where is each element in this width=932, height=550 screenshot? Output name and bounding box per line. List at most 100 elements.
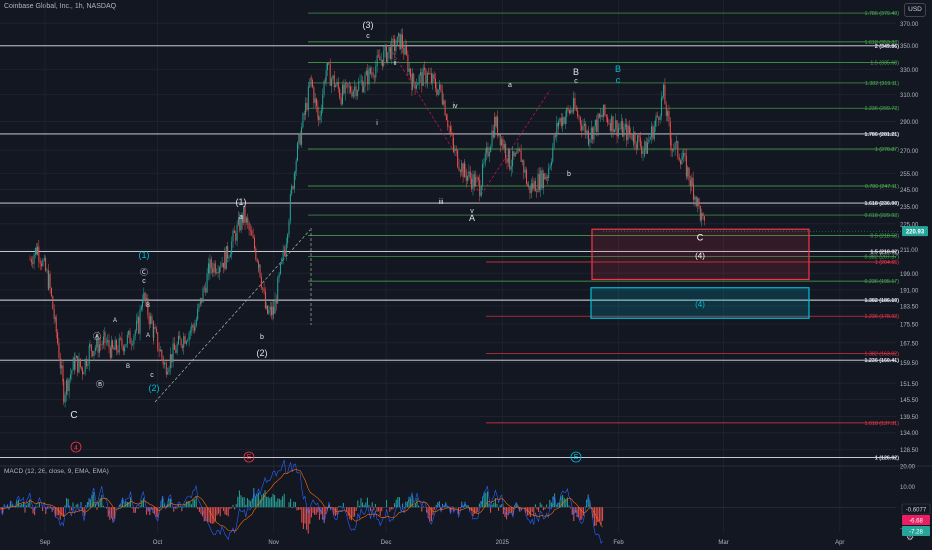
price-tick-label: 290.00	[900, 120, 919, 126]
candle-body	[318, 117, 320, 121]
candle-body	[437, 89, 439, 95]
candle-body	[482, 164, 484, 186]
candle-body	[148, 315, 150, 325]
candle-body	[509, 148, 511, 169]
candle-body	[199, 298, 201, 305]
wave-label: (2)	[149, 383, 160, 393]
candle-body	[585, 123, 587, 135]
candle-body	[593, 126, 595, 140]
wave-label: B	[126, 364, 130, 370]
time-tick-label: Dec	[381, 540, 392, 546]
candle-body	[310, 77, 312, 81]
candle-body	[209, 259, 211, 274]
candle-body	[198, 304, 200, 309]
candle-body	[568, 109, 570, 114]
candle-body	[368, 68, 370, 85]
candle-body	[202, 288, 204, 303]
candle-body	[612, 116, 614, 133]
candles	[29, 28, 705, 408]
candle-body	[295, 160, 297, 172]
candle-body	[33, 254, 35, 264]
candle-body	[655, 115, 657, 121]
wave-label: iii	[439, 199, 444, 206]
candle-body	[340, 99, 342, 105]
price-tick-label: 175.50	[900, 322, 919, 328]
candle-body	[458, 167, 460, 171]
candle-body	[626, 124, 628, 141]
candle-body	[424, 67, 426, 70]
candle-body	[214, 263, 216, 273]
candle-body	[277, 277, 279, 304]
macd-tick-label: 20.00	[900, 465, 916, 471]
candle-body	[134, 330, 136, 336]
candle-body	[413, 73, 415, 82]
candle-body	[256, 259, 258, 262]
candle-body	[89, 344, 91, 347]
candle-body	[419, 72, 421, 76]
candle-body	[183, 336, 185, 348]
candle-body	[195, 319, 197, 326]
candle-body	[680, 160, 682, 165]
candle-body	[351, 92, 353, 97]
candle-body	[217, 272, 219, 274]
candle-body	[168, 368, 170, 373]
candle-body	[392, 38, 394, 40]
candle-body	[231, 241, 233, 255]
candle-body	[487, 147, 489, 157]
candle-body	[92, 351, 94, 357]
candle-body	[41, 263, 43, 266]
candle-body	[693, 185, 695, 200]
candle-body	[530, 183, 532, 194]
candle-body	[255, 248, 257, 260]
candle-body	[124, 346, 126, 352]
candle-body	[469, 171, 471, 179]
candle-body	[459, 170, 461, 172]
candle-body	[394, 39, 396, 52]
candle-body	[477, 177, 479, 181]
candle-body	[490, 146, 492, 153]
candle-body	[271, 306, 273, 316]
candle-body	[36, 246, 38, 255]
candle-body	[67, 380, 69, 392]
candle-body	[293, 172, 295, 189]
candle-body	[659, 116, 661, 120]
candle-body	[644, 141, 646, 151]
candle-body	[453, 144, 455, 151]
candle-body	[267, 305, 269, 314]
candle-body	[104, 331, 106, 343]
wave-label: c	[366, 33, 370, 40]
wave-label: c	[574, 78, 578, 85]
candle-body	[552, 147, 554, 162]
candle-body	[581, 124, 583, 131]
candle-body	[492, 130, 494, 138]
candle-body	[597, 113, 599, 132]
candle-body	[275, 299, 277, 304]
candle-body	[343, 84, 345, 94]
candle-body	[248, 222, 250, 230]
candle-body	[32, 262, 34, 264]
candle-body	[52, 295, 54, 310]
candle-body	[105, 342, 107, 343]
candle-body	[279, 263, 281, 274]
chart-canvas[interactable]: 1.786 (379.49)1.618 (353.33)2 (349.86)1.…	[0, 0, 932, 550]
candle-body	[695, 196, 697, 206]
candle-body	[667, 111, 669, 116]
candle-body	[673, 148, 675, 150]
candle-body	[687, 167, 689, 177]
wave-label: A	[113, 318, 117, 324]
candle-body	[74, 358, 76, 370]
fib-label: 1.236 (178.93)	[865, 314, 900, 320]
candle-body	[179, 335, 181, 340]
candle-body	[579, 117, 581, 125]
candle-body	[194, 325, 196, 331]
candle-body	[518, 148, 520, 151]
candle-body	[224, 252, 226, 270]
candle-body	[523, 160, 525, 173]
candle-body	[29, 259, 31, 260]
candle-body	[155, 328, 157, 333]
candle-body	[216, 272, 218, 273]
candle-body	[653, 126, 655, 139]
candle-body	[473, 174, 475, 187]
candle-body	[375, 66, 377, 78]
time-tick-label: Nov	[268, 540, 279, 546]
